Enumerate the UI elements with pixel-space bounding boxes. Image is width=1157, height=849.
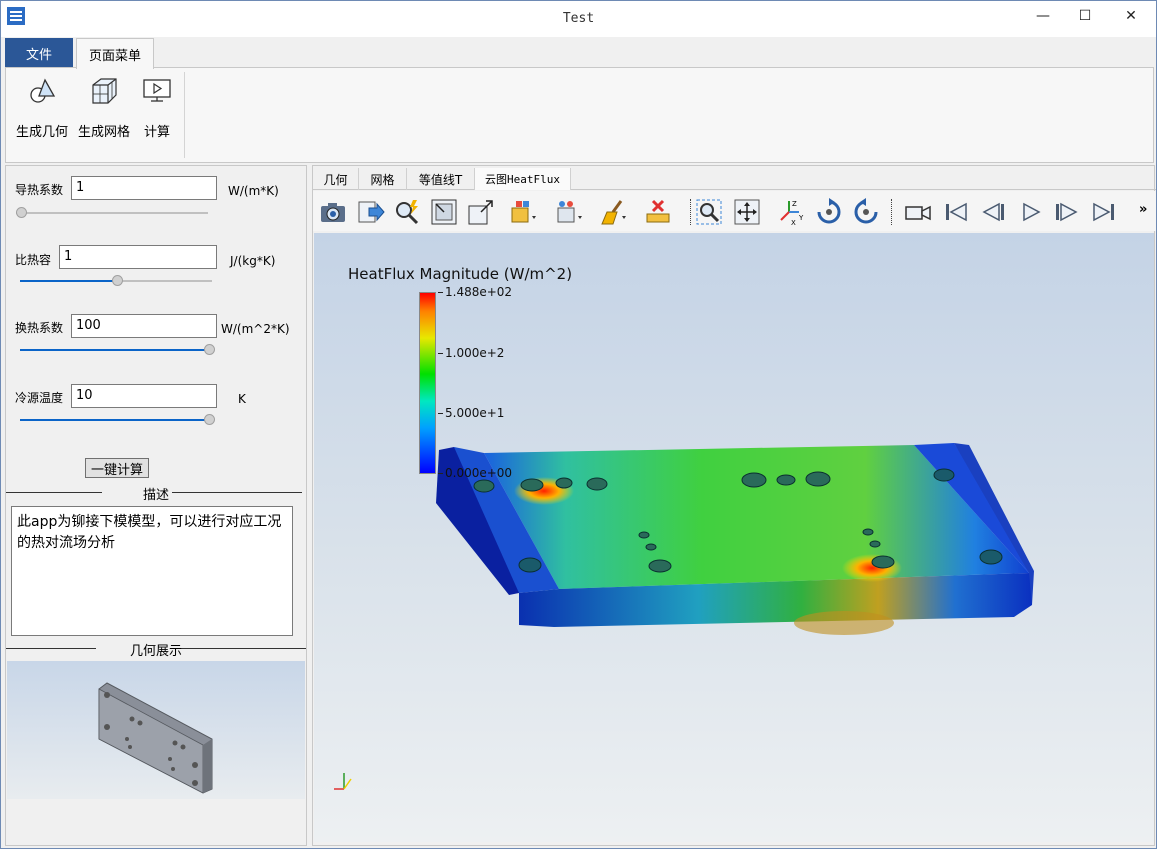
view-tabs: 几何 网格 等值线T 云图HeatFlux (313, 166, 1156, 190)
title-bar: Test — ☐ ✕ (1, 1, 1156, 37)
parameter-panel: 导热系数 1 W/(m*K) 比热容 1 J/(kg*K) 换热系数 100 W… (5, 165, 307, 846)
rotate-ccw-icon[interactable] (852, 198, 880, 226)
heat-transfer-coeff-slider[interactable] (20, 344, 215, 356)
axes-orient-icon[interactable]: ZYX (777, 198, 805, 226)
last-frame-icon[interactable] (1090, 198, 1118, 226)
zoom-out-box-icon[interactable] (467, 198, 495, 226)
specific-heat-unit: J/(kg*K) (230, 254, 276, 268)
minimize-button[interactable]: — (1020, 1, 1066, 31)
colorbar (419, 292, 436, 474)
export-icon[interactable] (357, 198, 385, 226)
compute-label: 计算 (143, 125, 170, 140)
zoom-box-icon[interactable] (430, 198, 458, 226)
close-button[interactable]: ✕ (1108, 1, 1154, 31)
thermal-conductivity-unit: W/(m*K) (228, 184, 279, 198)
legend-tick-min: 0.000e+00 (437, 466, 513, 480)
legend-tick-50: 5.000e+1 (437, 406, 505, 420)
generate-geometry-button[interactable]: 生成几何 (16, 76, 68, 140)
geometry-preview-title: 几何展示 (129, 644, 182, 659)
ribbon-divider (184, 72, 185, 158)
thermal-conductivity-label: 导热系数 (15, 183, 64, 197)
legend-tick-100: 1.000e+2 (437, 346, 505, 360)
viewer-toolbar: ZYX » (313, 191, 1156, 231)
monitor-play-icon (143, 79, 171, 102)
slider-thumb[interactable] (204, 344, 215, 355)
heat-transfer-coeff-unit: W/(m^2*K) (221, 322, 290, 336)
thermal-conductivity-slider[interactable] (16, 207, 208, 219)
mesh-cube-icon (92, 78, 117, 104)
svg-text:X: X (791, 219, 796, 226)
toolbar-overflow-button[interactable]: » (1139, 202, 1147, 217)
view-panel: 几何 网格 等值线T 云图HeatFlux ZYX » HeatFlux Mag… (312, 165, 1156, 846)
heat-transfer-coeff-input[interactable]: 100 (71, 314, 217, 338)
camera-icon[interactable] (319, 198, 347, 226)
geometry-preview-group-title: 几何展示 (6, 640, 306, 659)
cold-source-temp-unit: K (238, 392, 246, 406)
toolbar-separator (891, 199, 892, 225)
next-frame-icon[interactable] (1053, 198, 1081, 226)
heat-transfer-coeff-label: 换热系数 (15, 321, 64, 335)
first-frame-icon[interactable] (942, 198, 970, 226)
cold-source-temp-slider[interactable] (20, 414, 215, 426)
legend-tick-max: 1.488e+02 (437, 285, 513, 299)
description-group-title: 描述 (6, 484, 306, 503)
description-title: 描述 (142, 488, 169, 503)
generate-mesh-button[interactable]: 生成网格 (78, 76, 130, 140)
tab-contour-t[interactable]: 等值线T (407, 168, 475, 190)
ribbon-panel: 生成几何 生成网格 计算 (5, 67, 1154, 163)
select-cells-icon[interactable] (509, 198, 537, 226)
svg-text:Y: Y (798, 214, 804, 222)
one-click-compute-button[interactable]: 一键计算 (85, 458, 149, 478)
slider-thumb[interactable] (16, 207, 27, 218)
tab-page-menu[interactable]: 页面菜单 (76, 38, 154, 69)
tab-mesh[interactable]: 网格 (359, 168, 407, 190)
geometry-preview-image (7, 661, 305, 799)
specific-heat-label: 比热容 (15, 253, 52, 267)
description-text[interactable]: 此app为铆接下模模型，可以进行对应工况的热对流场分析 (11, 506, 293, 636)
plate-model-image (98, 682, 213, 794)
app-window: Test — ☐ ✕ 文件 页面菜单 生成几何 生成网格 计算 导热系数 1 W… (0, 0, 1157, 849)
tab-file[interactable]: 文件 (5, 38, 73, 68)
heatflux-model-render (334, 443, 1034, 790)
render-viewport[interactable]: HeatFlux Magnitude (W/m^2) 1.488e+02 1.0… (314, 233, 1154, 842)
maximize-button[interactable]: ☐ (1062, 1, 1108, 31)
tab-geometry[interactable]: 几何 (313, 168, 359, 190)
geometry-shapes-icon (30, 78, 56, 103)
reset-camera-icon[interactable] (733, 198, 761, 226)
clear-brush-icon[interactable] (599, 198, 627, 226)
specific-heat-input[interactable]: 1 (59, 245, 217, 269)
cold-source-temp-label: 冷源温度 (15, 391, 64, 405)
generate-mesh-label: 生成网格 (78, 125, 131, 140)
toolbar-separator (690, 199, 691, 225)
cold-source-temp-input[interactable]: 10 (71, 384, 217, 408)
slider-thumb[interactable] (204, 414, 215, 425)
window-title: Test (562, 11, 595, 26)
play-icon[interactable] (1016, 198, 1044, 226)
ribbon-tabs: 文件 页面菜单 (5, 38, 1155, 69)
compute-button[interactable]: 计算 (142, 76, 172, 140)
select-points-icon[interactable] (555, 198, 583, 226)
slider-thumb[interactable] (112, 275, 123, 286)
video-camera-icon[interactable] (904, 198, 932, 226)
zoom-to-box-icon[interactable] (695, 198, 723, 226)
svg-text:Z: Z (792, 200, 797, 208)
prev-frame-icon[interactable] (979, 198, 1007, 226)
ruler-delete-icon[interactable] (645, 198, 673, 226)
specific-heat-slider[interactable] (20, 275, 212, 287)
tab-heatflux-cloud[interactable]: 云图HeatFlux (475, 168, 571, 190)
thermal-conductivity-input[interactable]: 1 (71, 176, 217, 200)
rotate-cw-icon[interactable] (815, 198, 843, 226)
legend-title: HeatFlux Magnitude (W/m^2) (348, 265, 573, 283)
generate-geometry-label: 生成几何 (16, 125, 69, 140)
pick-icon[interactable] (393, 198, 421, 226)
